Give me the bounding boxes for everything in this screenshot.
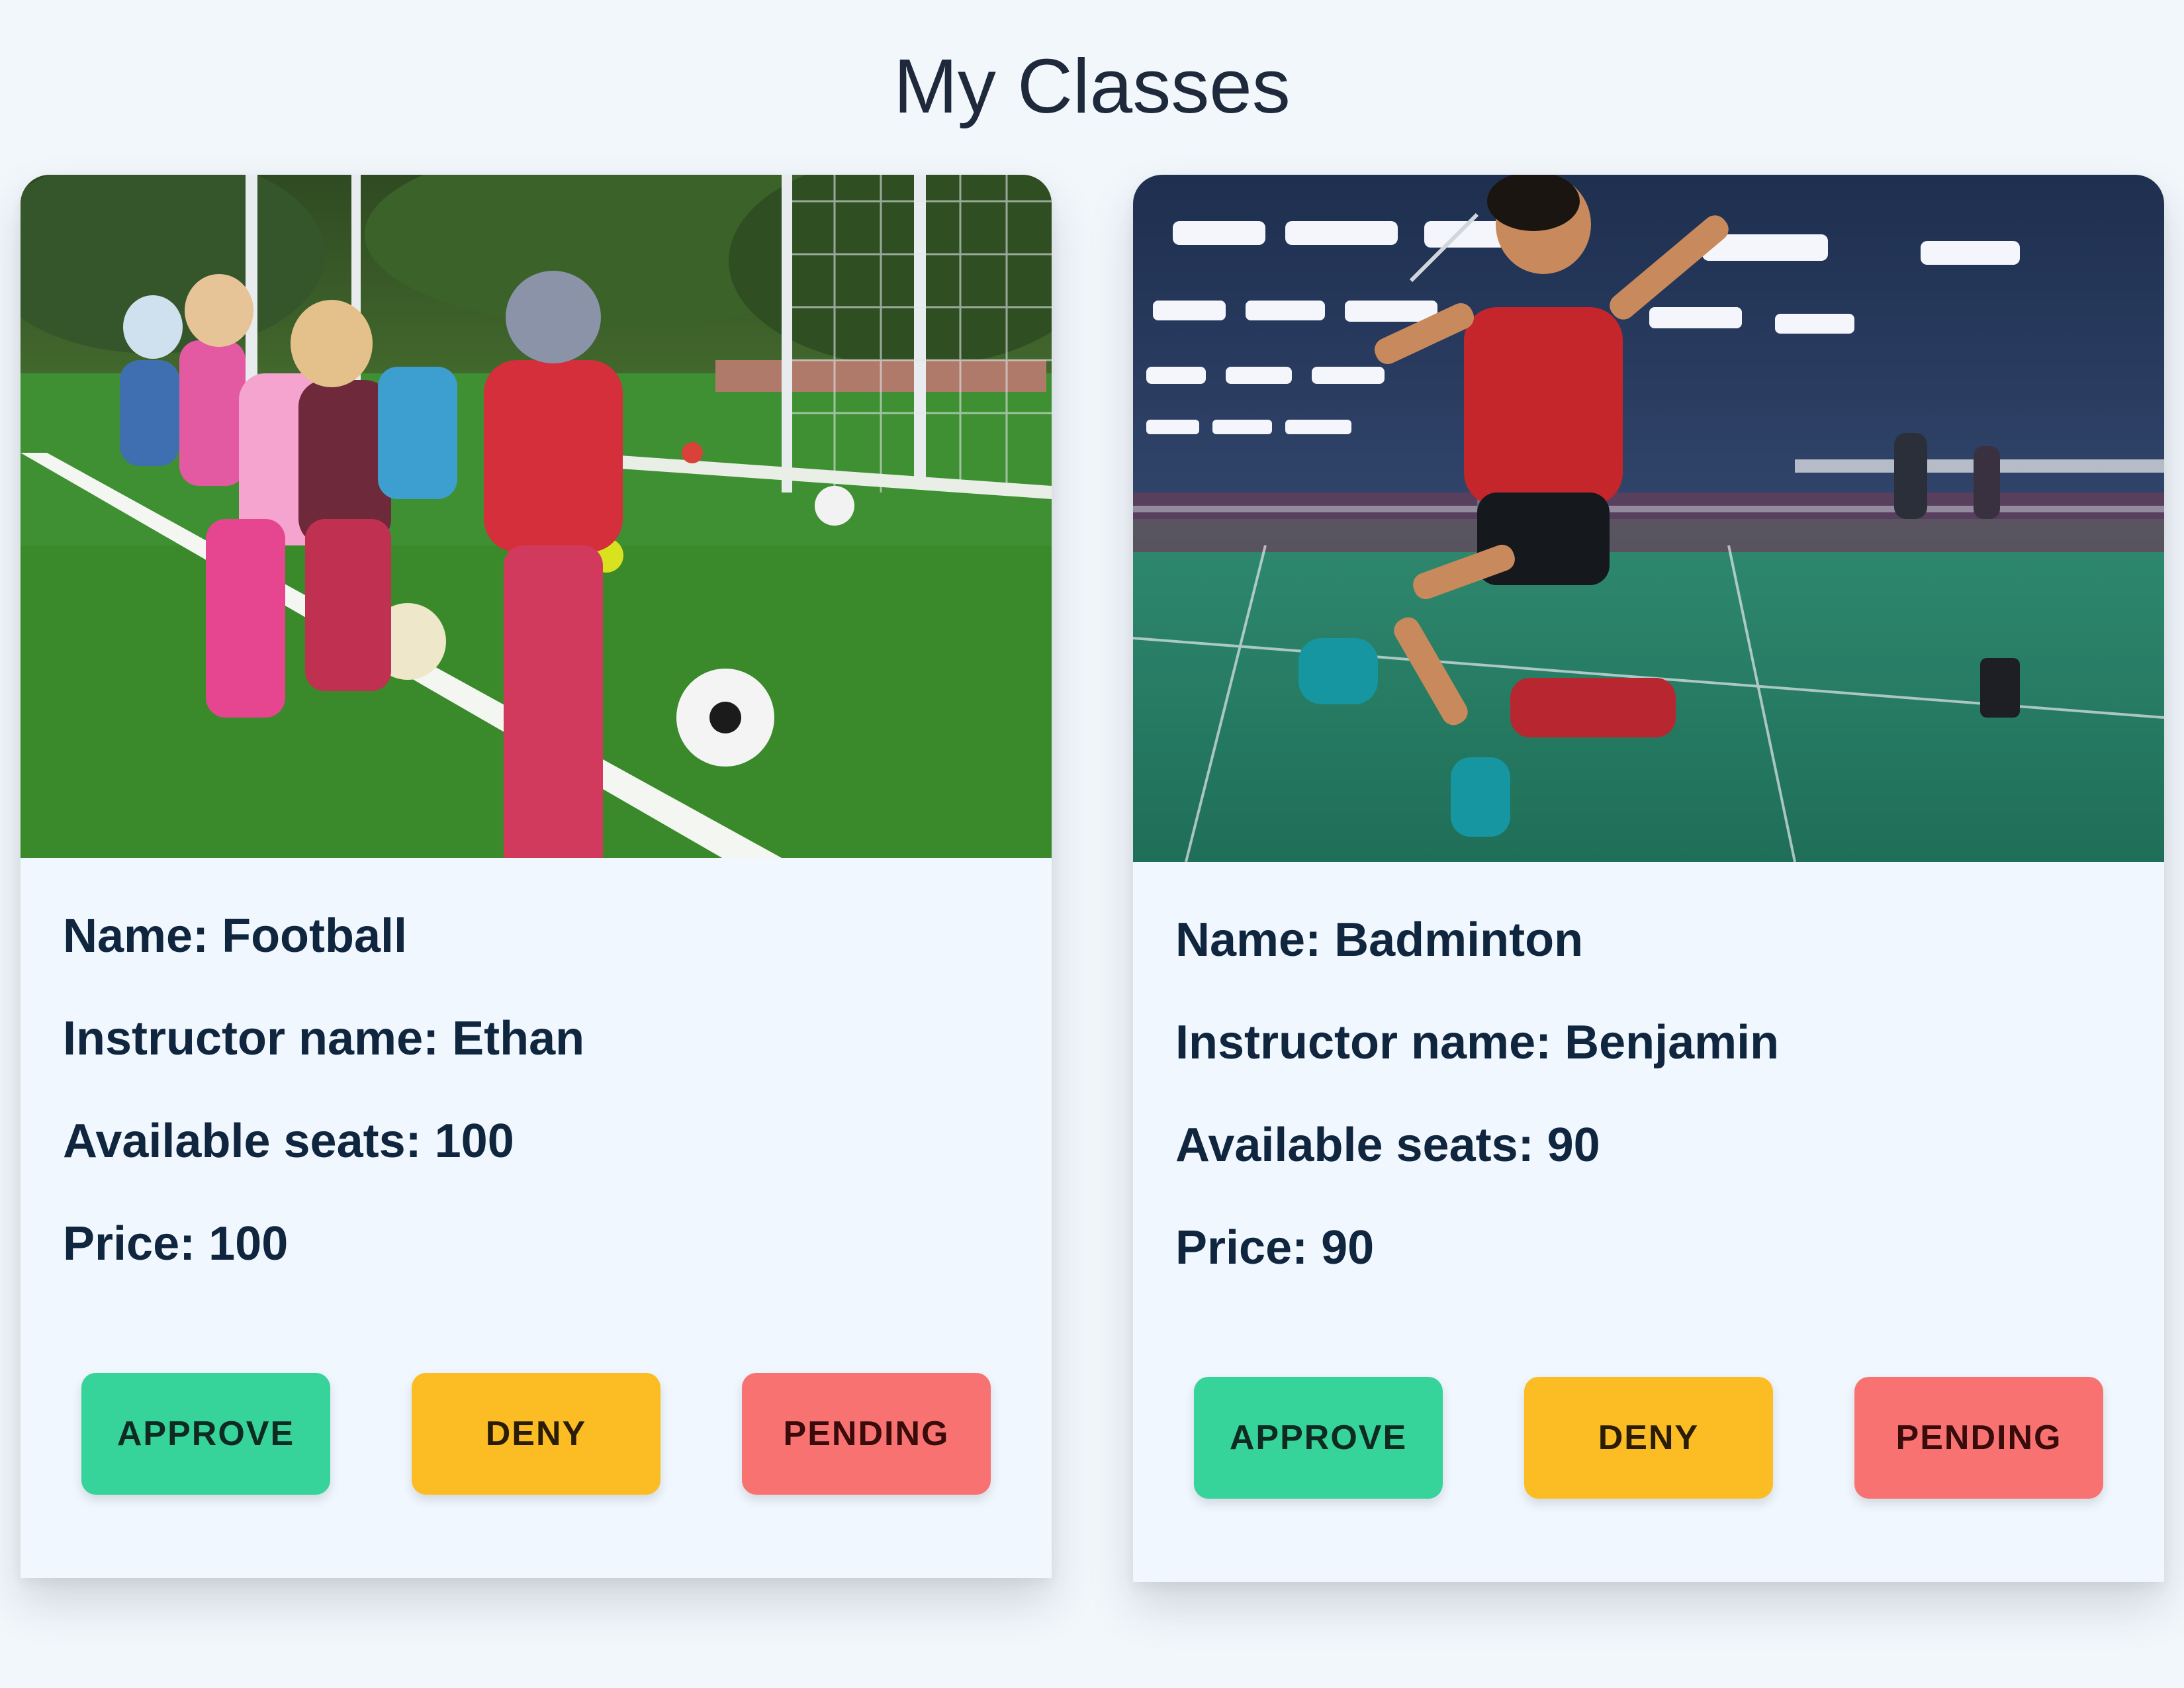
class-name: Name: Badminton xyxy=(1175,913,1584,966)
badminton-photo xyxy=(1133,175,2164,862)
class-card-badminton: Name: Badminton Instructor name: Benjami… xyxy=(1133,175,2164,1582)
class-actions: APPROVE DENY PENDING xyxy=(1194,1377,2103,1499)
class-name: Name: Football xyxy=(63,909,408,962)
available-seats: Available seats: 100 xyxy=(63,1114,514,1168)
approve-button[interactable]: APPROVE xyxy=(81,1373,330,1495)
instructor-name: Instructor name: Benjamin xyxy=(1175,1015,1780,1069)
pending-button[interactable]: PENDING xyxy=(1854,1377,2103,1499)
available-seats: Available seats: 90 xyxy=(1175,1118,1600,1172)
page-title: My Classes xyxy=(893,43,1291,129)
class-image-football xyxy=(21,175,1052,858)
class-actions: APPROVE DENY PENDING xyxy=(81,1373,991,1495)
football-photo xyxy=(21,175,1052,858)
approve-button[interactable]: APPROVE xyxy=(1194,1377,1443,1499)
class-price: Price: 100 xyxy=(63,1217,289,1270)
class-image-badminton xyxy=(1133,175,2164,862)
class-price: Price: 90 xyxy=(1175,1221,1375,1274)
instructor-name: Instructor name: Ethan xyxy=(63,1011,585,1065)
deny-button[interactable]: DENY xyxy=(1524,1377,1773,1499)
pending-button[interactable]: PENDING xyxy=(742,1373,991,1495)
class-card-football: Name: Football Instructor name: Ethan Av… xyxy=(21,175,1052,1578)
deny-button[interactable]: DENY xyxy=(412,1373,660,1495)
